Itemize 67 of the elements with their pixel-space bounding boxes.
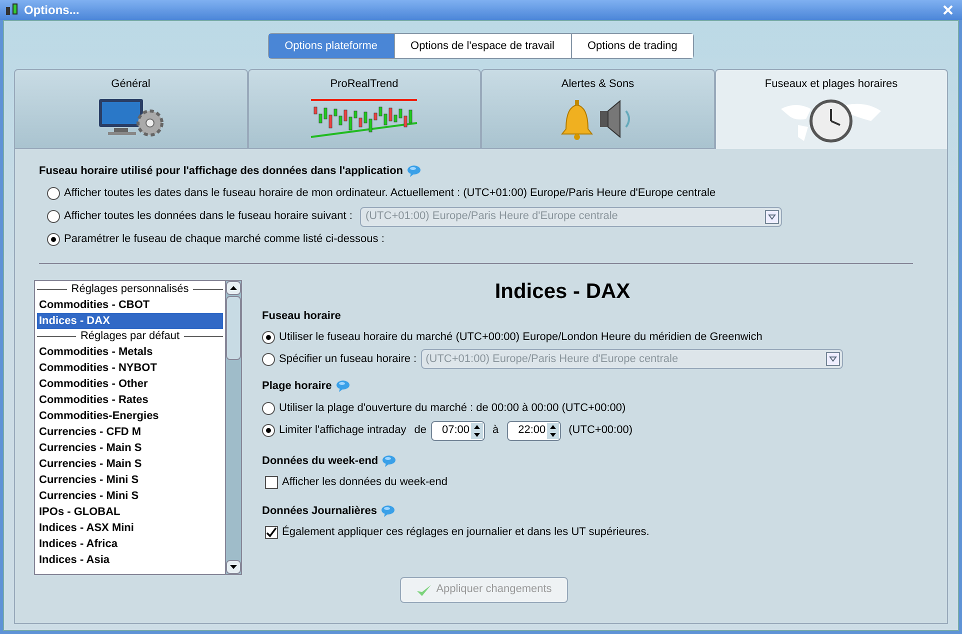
- category-tab[interactable]: Fuseaux et plages horaires: [714, 69, 948, 149]
- category-tab[interactable]: ProRealTrend: [248, 69, 481, 149]
- radio-label: Utiliser la plage d'ouverture du marché : de 00:00 à 00:00 (UTC+00:00): [279, 401, 626, 416]
- top-tab[interactable]: Options de trading: [570, 34, 694, 58]
- checkbox-label: Afficher les données du week-end: [282, 475, 448, 490]
- market-list-item[interactable]: Indices - Asia: [37, 552, 223, 568]
- section-heading: Données Journalières: [262, 502, 923, 519]
- radio-button[interactable]: [47, 187, 60, 200]
- close-icon[interactable]: [942, 4, 954, 16]
- candlestick-chart-icon: [309, 96, 420, 138]
- market-list-item[interactable]: Commodities-Energies: [37, 408, 223, 424]
- checkbox-label: Également appliquer ces réglages en journalier et dans les UT supérieures.: [282, 524, 650, 540]
- caret-icon: [765, 210, 780, 224]
- radio-label: Spécifier un fuseau horaire :: [279, 352, 417, 367]
- market-list-item[interactable]: IPOs - GLOBAL: [37, 504, 223, 520]
- scrollbar[interactable]: [225, 280, 241, 574]
- caret-icon: [826, 352, 840, 366]
- scrollbar-thumb[interactable]: [226, 296, 241, 360]
- market-list-item[interactable]: Commodities - CBOT: [37, 296, 223, 312]
- section-heading: Données du week-end: [262, 452, 923, 469]
- radio-button[interactable]: [262, 352, 275, 366]
- category-tab[interactable]: Général: [14, 69, 248, 149]
- radio-button[interactable]: [262, 402, 275, 415]
- list-group-header: Réglages par défaut: [80, 328, 180, 344]
- market-title: Indices - DAX: [494, 280, 632, 304]
- time-spinner[interactable]: 07:00: [430, 420, 484, 440]
- radio-button[interactable]: [47, 210, 60, 223]
- top-tab[interactable]: Options de l'espace de travail: [394, 34, 570, 58]
- radio-label: Limiter l'affichage intraday: [279, 423, 406, 438]
- checkbox[interactable]: [265, 526, 278, 539]
- top-tab[interactable]: Options plateforme: [268, 34, 394, 58]
- radio-button[interactable]: [47, 233, 60, 246]
- spinner-up-icon[interactable]: [470, 422, 482, 430]
- candlestick-icon: [4, 2, 20, 18]
- range-label: de: [414, 423, 426, 438]
- market-list-item[interactable]: Indices - DAX: [37, 312, 223, 328]
- radio-label: Utiliser le fuseau horaire du marché (UTC+00:00) Europe/London Heure du méridien de Greenwich: [279, 330, 762, 345]
- market-list-item[interactable]: Commodities - Metals: [37, 344, 223, 360]
- market-list-item[interactable]: Currencies - Mini S: [37, 488, 223, 504]
- radio-label: Afficher toutes les dates dans le fuseau horaire de mon ordinateur. Actuellement : (UTC+01:00) Europe/Paris Heure d'Europe centrale: [64, 186, 716, 202]
- market-list-item[interactable]: Indices - ASX Mini: [37, 520, 223, 536]
- scroll-down-icon[interactable]: [230, 564, 237, 568]
- section-heading: Plage horaire: [262, 378, 923, 394]
- market-list-item[interactable]: Commodities - Rates: [37, 392, 223, 408]
- market-list-item[interactable]: Currencies - Mini S: [37, 472, 223, 488]
- list-group-header: Réglages personnalisés: [71, 282, 189, 297]
- radio-label: Afficher toutes les données dans le fuseau horaire suivant :: [64, 209, 352, 224]
- radio-button[interactable]: [262, 424, 275, 437]
- market-list-item[interactable]: Currencies - Main S: [37, 456, 223, 472]
- section-heading: Fuseau horaire: [262, 308, 342, 324]
- market-list-item[interactable]: Indices - Africa: [37, 536, 223, 552]
- market-list-item[interactable]: Commodities - Other: [37, 376, 223, 392]
- window-title: Options...: [24, 2, 80, 19]
- radio-button[interactable]: [262, 330, 275, 344]
- category-tab[interactable]: Alertes & Sons: [481, 69, 714, 149]
- market-list-item[interactable]: Currencies - Main S: [37, 440, 223, 456]
- time-spinner[interactable]: 22:00: [506, 420, 561, 440]
- timezone-suffix: (UTC+00:00): [568, 423, 633, 438]
- spinner-up-icon[interactable]: [546, 422, 559, 430]
- market-list-item[interactable]: Currencies - CFD M: [37, 424, 223, 440]
- checkbox[interactable]: [265, 476, 278, 489]
- scroll-up-icon[interactable]: [230, 286, 237, 290]
- range-label: à: [492, 423, 499, 438]
- market-list-item[interactable]: Commodities - NYBOT: [37, 360, 223, 376]
- radio-label: Paramétrer le fuseau de chaque marché comme listé ci-dessous :: [64, 232, 384, 248]
- section-heading: Fuseau horaire utilisé pour l'affichage des données dans l'application: [39, 163, 923, 180]
- checkmark-icon: [416, 582, 432, 596]
